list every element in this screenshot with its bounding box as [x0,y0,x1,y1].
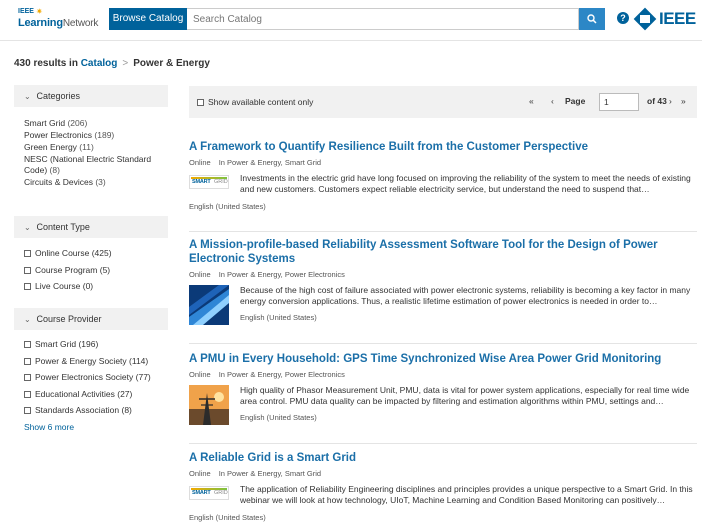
categories-list: Smart Grid (206) Power Electronics (189)… [24,118,174,189]
results-toolbar: Show available content only « ‹ Page 1 o… [189,86,697,118]
logo-learning-network-text: LearningNetwork [18,17,99,29]
result-meta: Online In Power & Energy, Smart Grid [189,469,322,478]
facet-course-provider-label: Course Provider [36,314,102,324]
search-input[interactable] [187,9,578,29]
provider-option[interactable]: Power Electronics Society (77) [24,369,174,386]
result-body: Because of the high cost of failure asso… [189,285,697,327]
checkbox[interactable] [24,357,31,365]
logo-ieee-text: IEEE [18,8,34,15]
last-page-icon[interactable]: » [681,96,686,106]
breadcrumb: 430 results in Catalog > Power & Energy [14,58,210,69]
chevron-down-icon: ⌄ [24,315,31,324]
prev-page-icon[interactable]: ‹ [551,96,554,106]
result-body: SMART GRID Investments in the electric gr… [189,173,697,197]
search-icon [587,14,597,24]
result-item: A PMU in Every Household: GPS Time Synch… [189,352,697,427]
result-language: English (United States) [240,413,317,422]
facet-categories-label: Categories [36,91,81,101]
provider-option[interactable]: Standards Association (8) [24,402,174,419]
show-more-link[interactable]: Show 6 more [24,422,74,432]
checkbox[interactable] [24,407,31,415]
smart-grid-thumbnail[interactable]: SMART GRID [189,486,229,500]
facet-content-type-header[interactable]: ⌄ Content Type [14,216,168,238]
checkbox[interactable] [24,250,31,257]
checkbox[interactable] [24,266,31,274]
facet-course-provider-header[interactable]: ⌄ Course Provider [14,308,168,330]
checkbox[interactable] [24,341,31,348]
breadcrumb-separator: > [122,58,129,69]
result-description: Investments in the electric grid have lo… [240,173,691,194]
category-item[interactable]: Circuits & Devices (3) [24,177,174,188]
ieee-brand-text: IEEE [659,9,696,28]
result-title[interactable]: A Framework to Quantify Resilience Built… [189,140,697,154]
provider-option[interactable]: Educational Activities (27) [24,386,174,403]
logo-flame-icon: ✷ [36,7,43,16]
result-item: A Framework to Quantify Resilience Built… [189,140,697,211]
result-item: A Mission-profile-based Reliability Asse… [189,238,697,327]
result-item: A Reliable Grid is a Smart Grid Online In… [189,451,697,522]
learning-network-logo[interactable]: IEEE ✷ LearningNetwork [18,7,99,32]
ieee-logo[interactable]: IEEE [633,7,702,32]
first-page-icon[interactable]: « [529,96,534,106]
facet-categories-header[interactable]: ⌄ Categories [14,85,168,107]
search-box[interactable] [187,8,579,30]
result-divider [189,343,697,344]
top-bar: IEEE ✷ LearningNetwork Browse Catalog ? … [0,0,702,40]
checkbox[interactable] [197,99,204,106]
pagination: « ‹ Page 1 of 43 › » [529,93,687,111]
chevron-down-icon: ⌄ [24,92,31,101]
help-icon[interactable]: ? [617,12,629,24]
facet-content-type-label: Content Type [36,222,90,232]
checkbox[interactable] [24,374,31,382]
result-title[interactable]: A Mission-profile-based Reliability Asse… [189,238,659,266]
result-meta: Online In Power & Energy, Smart Grid [189,158,322,167]
chevron-down-icon: ⌄ [24,223,31,232]
result-divider [189,231,697,232]
result-title[interactable]: A PMU in Every Household: GPS Time Synch… [189,352,697,366]
content-type-option[interactable]: Live Course (0) [24,278,174,295]
result-divider [189,443,697,444]
ieee-diamond-inner [640,15,650,23]
header-divider [0,40,702,41]
page-total: of 43 [647,96,667,106]
checkbox[interactable] [24,390,31,398]
result-meta: Online In Power & Energy, Power Electroni… [189,270,345,279]
content-type-option[interactable]: Online Course (425) [24,245,174,262]
result-description: The application of Reliability Engineeri… [240,484,693,505]
provider-option[interactable]: Smart Grid (196) [24,336,174,353]
provider-option[interactable]: Power & Energy Society (114) [24,353,174,370]
category-item[interactable]: Green Energy (11) [24,142,174,153]
abstract-blue-thumbnail[interactable] [189,285,229,325]
checkbox[interactable] [24,283,31,291]
category-item[interactable]: Smart Grid (206) [24,118,174,129]
browse-catalog-button[interactable]: Browse Catalog [109,8,187,30]
result-title[interactable]: A Reliable Grid is a Smart Grid [189,451,697,465]
result-meta: Online In Power & Energy, Power Electroni… [189,370,345,379]
breadcrumb-current: Power & Energy [133,58,210,69]
search-button[interactable] [579,8,605,30]
results-count: 430 results in [14,58,78,69]
result-body: SMART GRID The application of Reliability… [189,484,697,508]
result-language: English (United States) [189,513,266,522]
smart-grid-thumbnail[interactable]: SMART GRID [189,175,229,189]
category-item[interactable]: NESC (National Electric Standard Code) (… [24,154,174,176]
page-number-input[interactable]: 1 [599,93,639,111]
content-type-option[interactable]: Course Program (5) [24,262,174,279]
next-page-icon[interactable]: › [669,96,672,106]
result-body: High quality of Phasor Measurement Unit,… [189,385,697,427]
page-label: Page [565,96,586,106]
result-description: High quality of Phasor Measurement Unit,… [240,385,690,406]
power-tower-thumbnail[interactable] [189,385,229,425]
category-item[interactable]: Power Electronics (189) [24,130,174,141]
result-language: English (United States) [240,313,317,322]
show-available-toggle[interactable]: Show available content only [197,97,313,107]
result-description: Because of the high cost of failure asso… [240,285,691,306]
course-provider-list: Smart Grid (196) Power & Energy Society … [24,336,174,419]
result-language: English (United States) [189,202,266,211]
breadcrumb-catalog-link[interactable]: Catalog [81,58,118,69]
content-type-list: Online Course (425) Course Program (5) L… [24,245,174,295]
